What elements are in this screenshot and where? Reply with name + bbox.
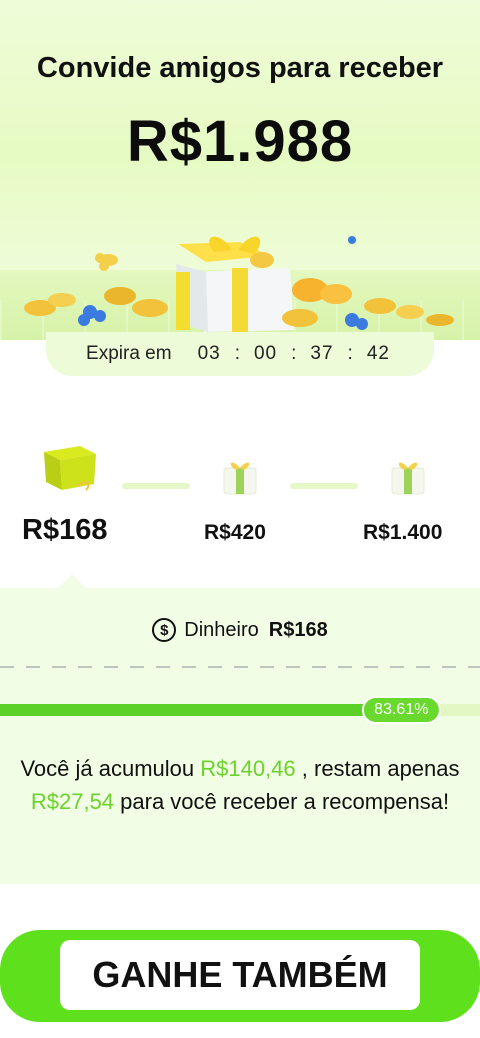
timer-label: Expira em (86, 343, 172, 364)
gift-box-active-icon[interactable] (40, 438, 100, 494)
timer-seconds: 37 (310, 343, 334, 364)
progress-percent-badge: 83.61% (362, 696, 441, 724)
step-amount-3: R$1.400 (363, 521, 443, 544)
dollar-coin-icon: $ (152, 618, 177, 642)
timer-minutes: 00 (253, 343, 278, 364)
reward-value: R$168 (268, 618, 328, 641)
dashed-divider (0, 666, 480, 668)
reward-info-panel: $ Dinheiro R$168 83.61% Você já acumulou… (0, 588, 480, 884)
gift-box-icon[interactable] (220, 458, 260, 498)
step-amount-2: R$420 (204, 521, 266, 544)
page-title: Convide amigos para receber (36, 52, 444, 84)
clover-icon (95, 253, 113, 271)
step-amount-1: R$168 (22, 514, 108, 546)
timer-hours: 03 (197, 343, 221, 364)
reward-type-row: $ Dinheiro R$168 (0, 618, 480, 642)
gift-box-icon[interactable] (388, 458, 428, 498)
reward-steps: R$168 R$420 R$1.400 (0, 430, 480, 590)
remaining-amount: R$27,54 (30, 789, 115, 814)
reward-type-label: Dinheiro (184, 618, 259, 641)
gift-box-illustration (24, 236, 454, 332)
coin-pile-left-icon (24, 254, 168, 317)
step-connector (122, 483, 190, 489)
total-reward-amount: R$1.988 (126, 109, 354, 174)
progress-message: Você já acumulou R$140,46 , restam apena… (20, 756, 460, 814)
expiry-timer: Expira em 03 : 00 : 37 : 42 (46, 332, 434, 376)
accumulated-amount: R$140,46 (200, 756, 296, 781)
gift-box-icon (176, 236, 294, 332)
panel-pointer (58, 574, 86, 588)
hero-banner: Convide amigos para receber R$1.988 (0, 0, 480, 340)
timer-centis: 42 (366, 343, 390, 364)
step-connector (290, 483, 358, 489)
earn-too-button[interactable]: GANHE TAMBÉM (60, 940, 420, 1010)
progress-fill (0, 704, 402, 716)
